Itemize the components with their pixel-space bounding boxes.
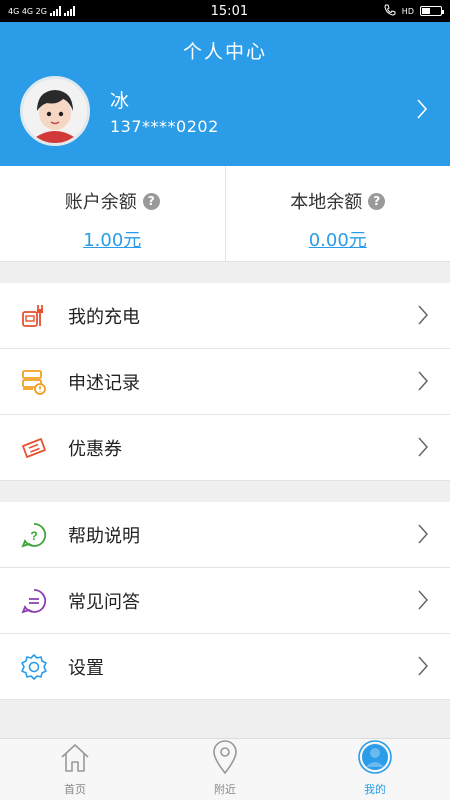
help-icon: ? — [18, 519, 50, 551]
svg-text:?: ? — [30, 529, 37, 543]
settings-icon — [18, 651, 50, 683]
account-balance: 账户余额 ? 1.00元 — [0, 166, 225, 261]
account-balance-help-icon[interactable]: ? — [142, 192, 160, 210]
menu-item-settings[interactable]: 设置 — [0, 634, 450, 700]
menu-item-label: 帮助说明 — [68, 525, 140, 547]
tab-nearby[interactable]: 附近 — [150, 739, 300, 800]
network-indicators: 4G 4G 2G — [8, 6, 75, 16]
menu-group-2: ? 帮助说明 常见问答 设置 — [0, 502, 450, 700]
avatar[interactable] — [20, 76, 90, 146]
menu-item-my-charging[interactable]: 我的充电 — [0, 283, 450, 349]
local-balance-value[interactable]: 0.00元 — [226, 226, 450, 252]
location-pin-icon — [210, 739, 240, 779]
faq-icon — [18, 585, 50, 617]
charging-icon — [18, 300, 50, 332]
tab-label: 附近 — [214, 783, 236, 796]
account-balance-label: 账户余额 — [64, 192, 137, 213]
tab-mine[interactable]: 我的 — [300, 739, 450, 800]
record-icon — [18, 366, 50, 398]
user-name: 冰 — [110, 90, 130, 112]
user-phone: 137****0202 — [110, 117, 219, 136]
menu-item-faq[interactable]: 常见问答 — [0, 568, 450, 634]
phone-hd-icon — [384, 4, 396, 18]
tab-home[interactable]: 首页 — [0, 739, 150, 800]
balance-panel: 账户余额 ? 1.00元 本地余额 ? 0.00元 — [0, 166, 450, 262]
chevron-right-icon — [418, 371, 429, 395]
status-right: HD — [384, 4, 444, 18]
menu-item-label: 优惠券 — [68, 438, 122, 460]
menu-item-appeal-records[interactable]: 申述记录 — [0, 349, 450, 415]
tab-label: 首页 — [64, 783, 86, 796]
menu-item-help[interactable]: ? 帮助说明 — [0, 502, 450, 568]
local-balance-label: 本地余额 — [290, 192, 363, 213]
chevron-right-icon — [418, 524, 429, 548]
menu-item-label: 常见问答 — [68, 591, 140, 613]
battery-icon — [419, 6, 444, 16]
menu-item-label: 设置 — [68, 657, 104, 679]
menu-item-label: 申述记录 — [68, 372, 140, 394]
chevron-right-icon — [418, 590, 429, 614]
signal-icon — [49, 6, 61, 16]
menu-group-1: 我的充电 申述记录 优惠券 — [0, 283, 450, 481]
network-label: 4G 4G 2G — [8, 6, 47, 16]
user-icon — [357, 739, 393, 779]
coupon-icon — [18, 432, 50, 464]
local-balance: 本地余额 ? 0.00元 — [224, 166, 450, 261]
page-title: 个人中心 — [182, 41, 267, 63]
chevron-right-icon — [418, 656, 429, 680]
profile-header: 个人中心 冰 137****0202 — [0, 22, 450, 166]
profile-card[interactable]: 冰 137****0202 — [20, 76, 219, 146]
hd-label: HD — [401, 6, 414, 16]
account-balance-value[interactable]: 1.00元 — [0, 226, 225, 252]
home-icon — [58, 741, 92, 779]
signal-icon-2 — [63, 6, 75, 16]
status-bar: 4G 4G 2G 15:01 HD — [0, 0, 450, 22]
profile-chevron-right-icon[interactable] — [416, 98, 428, 124]
menu-item-label: 我的充电 — [68, 306, 140, 328]
tab-label: 我的 — [364, 783, 386, 796]
bottom-tab-bar: 首页 附近 我的 — [0, 738, 450, 800]
chevron-right-icon — [418, 305, 429, 329]
menu-item-coupons[interactable]: 优惠券 — [0, 415, 450, 481]
clock: 15:01 — [210, 3, 249, 19]
local-balance-help-icon[interactable]: ? — [368, 192, 386, 210]
chevron-right-icon — [418, 437, 429, 461]
